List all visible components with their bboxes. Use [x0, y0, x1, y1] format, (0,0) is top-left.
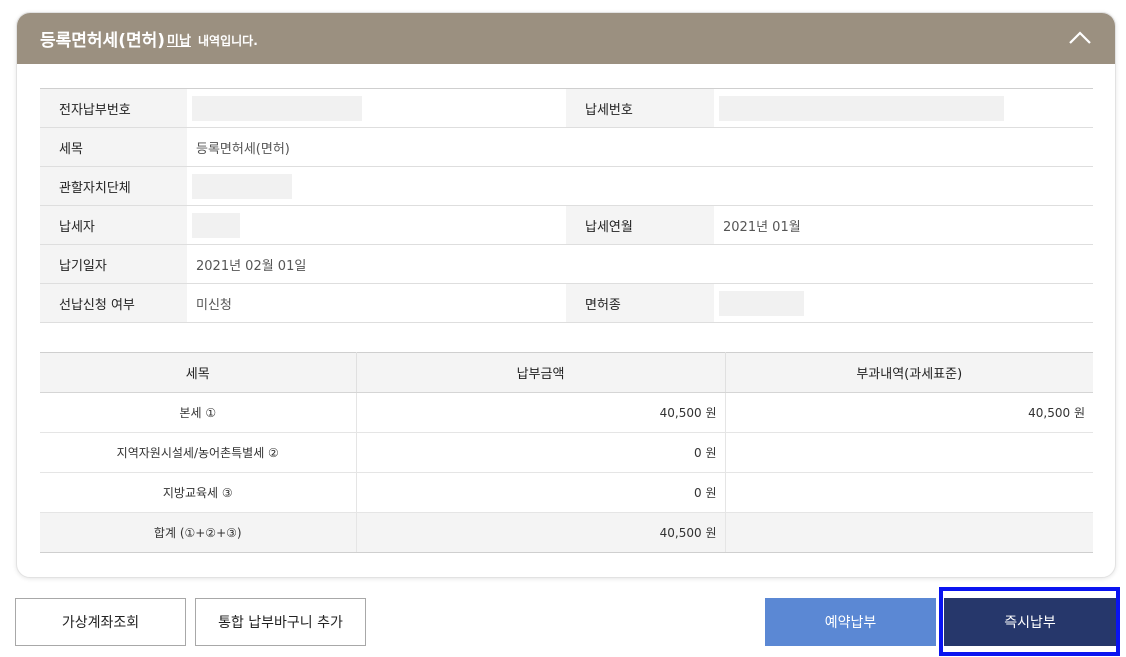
table-row: 납기일자 2021년 02월 01일: [40, 244, 1093, 284]
taxpayer-label: 납세자: [40, 205, 187, 245]
panel-header: 등록면허세(면허) 미납 내역입니다.: [17, 13, 1115, 64]
electronic-payment-no-value: [187, 88, 566, 128]
masked-value: [719, 95, 1004, 121]
authority-value: [187, 166, 1093, 206]
license-type-label: 면허종: [566, 283, 714, 323]
table-row: 세목 등록면허세(면허): [40, 127, 1093, 167]
basis-cell: 40,500 원: [725, 392, 1093, 433]
tax-month-value: 2021년 01월: [714, 205, 1093, 245]
tax-item-value: 등록면허세(면허): [187, 127, 1093, 167]
prepay-value: 미신청: [187, 283, 566, 323]
total-row: 합계 (①+②+③) 40,500 원: [40, 512, 1093, 553]
masked-value: [719, 290, 804, 316]
basis-cell: [725, 432, 1093, 473]
masked-value: [192, 212, 240, 238]
taxpayer-value: [187, 205, 566, 245]
table-row: 본세 ① 40,500 원 40,500 원: [40, 392, 1093, 433]
tax-item-cell: 본세 ①: [40, 392, 357, 433]
electronic-payment-no-label: 전자납부번호: [40, 88, 187, 128]
column-header: 세목: [40, 352, 357, 393]
chevron-up-icon: [1069, 31, 1091, 44]
column-header: 납부금액: [356, 352, 726, 393]
reserve-pay-button[interactable]: 예약납부: [765, 598, 936, 646]
license-type-value: [714, 283, 1093, 323]
tax-item-cell: 지역자원시설세/농어촌특별세 ②: [40, 432, 357, 473]
table-row: 지역자원시설세/농어촌특별세 ② 0 원: [40, 432, 1093, 473]
pay-now-button[interactable]: 즉시납부: [944, 598, 1116, 646]
table-header-row: 세목 납부금액 부과내역(과세표준): [40, 352, 1093, 393]
prepay-label: 선납신청 여부: [40, 283, 187, 323]
tax-no-label: 납세번호: [566, 88, 714, 128]
panel-title-suffix: 내역입니다.: [198, 34, 258, 48]
total-label-cell: 합계 (①+②+③): [40, 512, 357, 553]
masked-value: [192, 95, 362, 121]
tax-month-label: 납세연월: [566, 205, 714, 245]
amount-cell: 0 원: [356, 472, 726, 513]
tax-info-table: 전자납부번호 납세번호 세목 등록면허세(면허) 관할자치단체 납세자 납세연월…: [40, 88, 1093, 323]
unpaid-status-link[interactable]: 미납: [167, 30, 191, 49]
table-row: 납세자 납세연월 2021년 01월: [40, 205, 1093, 245]
basis-cell: [725, 472, 1093, 513]
table-row: 전자납부번호 납세번호: [40, 88, 1093, 128]
virtual-account-button[interactable]: 가상계좌조회: [15, 598, 186, 646]
panel-title: 등록면허세(면허): [40, 31, 166, 51]
total-basis-cell: [725, 512, 1093, 553]
tax-item-cell: 지방교육세 ③: [40, 472, 357, 513]
column-header: 부과내역(과세표준): [725, 352, 1093, 393]
amount-cell: 40,500 원: [356, 392, 726, 433]
table-row: 관할자치단체: [40, 166, 1093, 206]
tax-detail-panel: 등록면허세(면허) 미납 내역입니다. 전자납부번호 납세번호 세목 등록면허세…: [16, 12, 1116, 578]
authority-label: 관할자치단체: [40, 166, 187, 206]
amount-table: 세목 납부금액 부과내역(과세표준) 본세 ① 40,500 원 40,500 …: [40, 352, 1093, 553]
table-row: 지방교육세 ③ 0 원: [40, 472, 1093, 513]
due-date-value: 2021년 02월 01일: [187, 244, 1093, 284]
table-row: 선납신청 여부 미신청 면허종: [40, 283, 1093, 323]
tax-item-label: 세목: [40, 127, 187, 167]
tax-no-value: [714, 88, 1093, 128]
add-to-cart-button[interactable]: 통합 납부바구니 추가: [195, 598, 366, 646]
amount-cell: 0 원: [356, 432, 726, 473]
due-date-label: 납기일자: [40, 244, 187, 284]
masked-value: [192, 173, 292, 199]
collapse-button[interactable]: [1063, 23, 1097, 53]
total-amount-cell: 40,500 원: [356, 512, 726, 553]
